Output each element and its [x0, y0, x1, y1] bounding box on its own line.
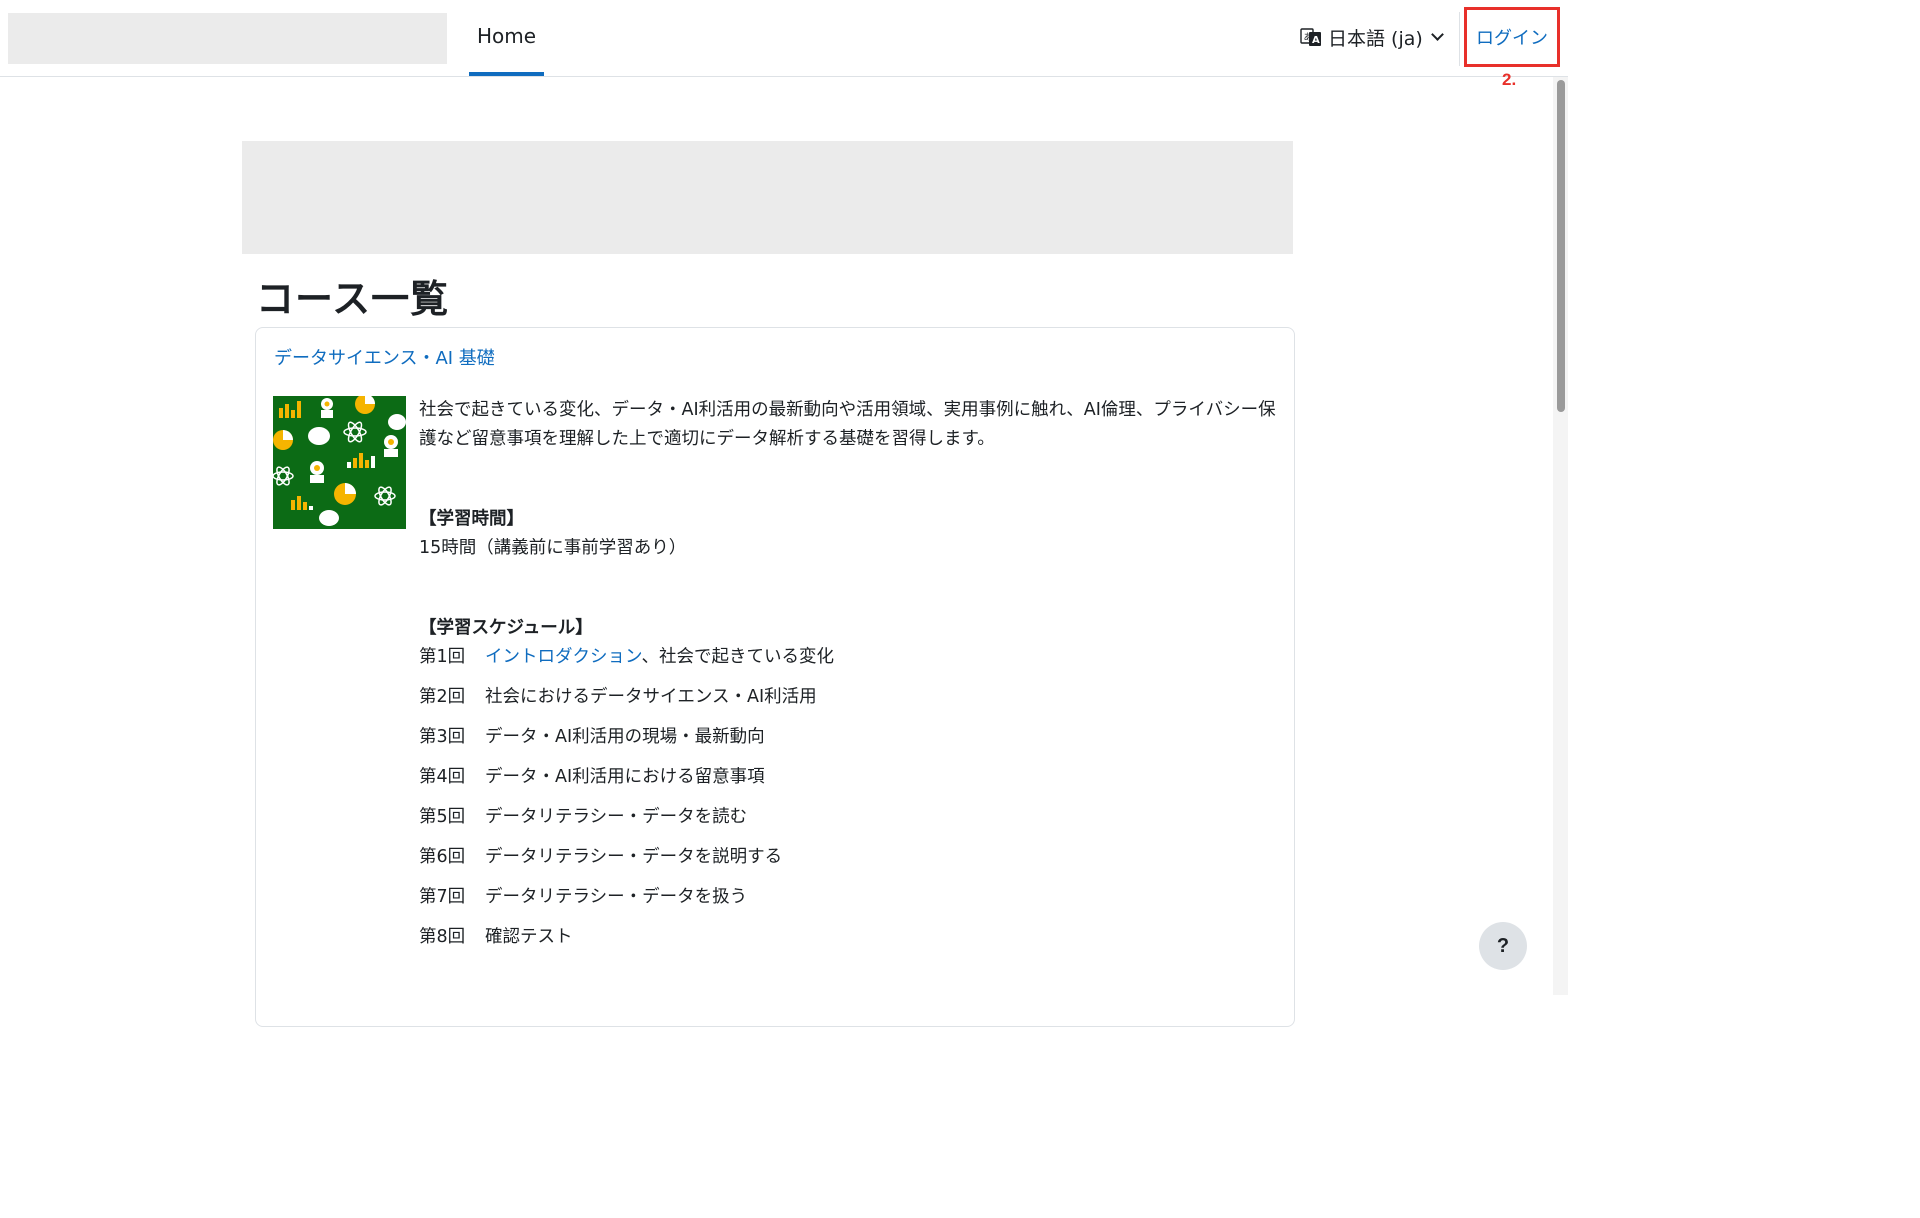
- schedule-text: 社会におけるデータサイエンス・AI利活用: [485, 687, 817, 707]
- schedule-text: データ・AI利活用における留意事項: [485, 767, 765, 787]
- schedule-row-2: 第2回 社会におけるデータサイエンス・AI利活用: [419, 683, 817, 712]
- schedule-text: データリテラシー・データを扱う: [485, 887, 748, 907]
- schedule-number: 第1回: [419, 647, 466, 667]
- study-time-heading: 【学習時間】: [419, 509, 524, 529]
- schedule-row-8: 第8回 確認テスト: [419, 923, 573, 952]
- schedule-row-3: 第3回 データ・AI利活用の現場・最新動向: [419, 723, 765, 752]
- schedule-number: 第6回: [419, 847, 466, 867]
- annotation-step-label: 2.: [1502, 70, 1517, 89]
- course-description: 社会で起きている変化、データ・AI利活用の最新動向や活用領域、実用事例に触れ、A…: [419, 400, 1276, 449]
- schedule-text: データリテラシー・データを読む: [485, 807, 748, 827]
- schedule-text: 確認テスト: [485, 927, 573, 947]
- language-label: 日本語 (ja): [1328, 27, 1423, 50]
- schedule-number: 第2回: [419, 687, 466, 707]
- study-time-text: 15時間（講義前に事前学習あり）: [419, 538, 687, 558]
- schedule-number: 第3回: [419, 727, 466, 747]
- schedule-row-4: 第4回 データ・AI利活用における留意事項: [419, 763, 765, 792]
- schedule-number: 第8回: [419, 927, 466, 947]
- schedule-row-1: 第1回 イントロダクション、社会で起きている変化: [419, 643, 834, 672]
- nav-divider: [1459, 12, 1460, 66]
- schedule-heading: 【学習スケジュール】: [419, 618, 593, 638]
- course-title-link[interactable]: データサイエンス・AI 基礎: [274, 344, 495, 370]
- chevron-down-icon: [1430, 28, 1444, 41]
- translate-icon: あ A: [1300, 26, 1322, 48]
- language-menu[interactable]: あ A 日本語 (ja): [1300, 22, 1444, 52]
- schedule-text: データリテラシー・データを説明する: [485, 847, 783, 867]
- course-summary: 社会で起きている変化、データ・AI利活用の最新動向や活用領域、実用事例に触れ、A…: [419, 396, 1279, 947]
- schedule-number: 第7回: [419, 887, 466, 907]
- schedule-row-6: 第6回 データリテラシー・データを説明する: [419, 843, 782, 872]
- schedule-row-5: 第5回 データリテラシー・データを読む: [419, 803, 747, 832]
- schedule-text: 、社会で起きている変化: [641, 647, 834, 667]
- question-mark-icon: ?: [1496, 934, 1510, 957]
- schedule-row-7: 第7回 データリテラシー・データを扱う: [419, 883, 747, 912]
- schedule-text: データ・AI利活用の現場・最新動向: [485, 727, 765, 747]
- top-navbar: Home あ A 日本語 (ja) ログイン: [0, 0, 1568, 77]
- svg-text:A: A: [1312, 35, 1320, 46]
- login-link[interactable]: ログイン: [1464, 7, 1560, 67]
- course-pattern-image: [272, 394, 406, 529]
- page-banner: [242, 141, 1293, 254]
- scrollbar-thumb[interactable]: [1557, 80, 1565, 412]
- nav-home-tab[interactable]: Home: [469, 0, 544, 76]
- schedule-link-introduction[interactable]: イントロダクション: [485, 647, 641, 667]
- login-label: ログイン: [1476, 28, 1548, 49]
- page-title: コース一覧: [256, 277, 450, 321]
- site-logo[interactable]: [8, 13, 447, 64]
- schedule-number: 第5回: [419, 807, 466, 827]
- course-image[interactable]: [272, 394, 406, 529]
- schedule-number: 第4回: [419, 767, 466, 787]
- help-button[interactable]: ?: [1479, 922, 1527, 970]
